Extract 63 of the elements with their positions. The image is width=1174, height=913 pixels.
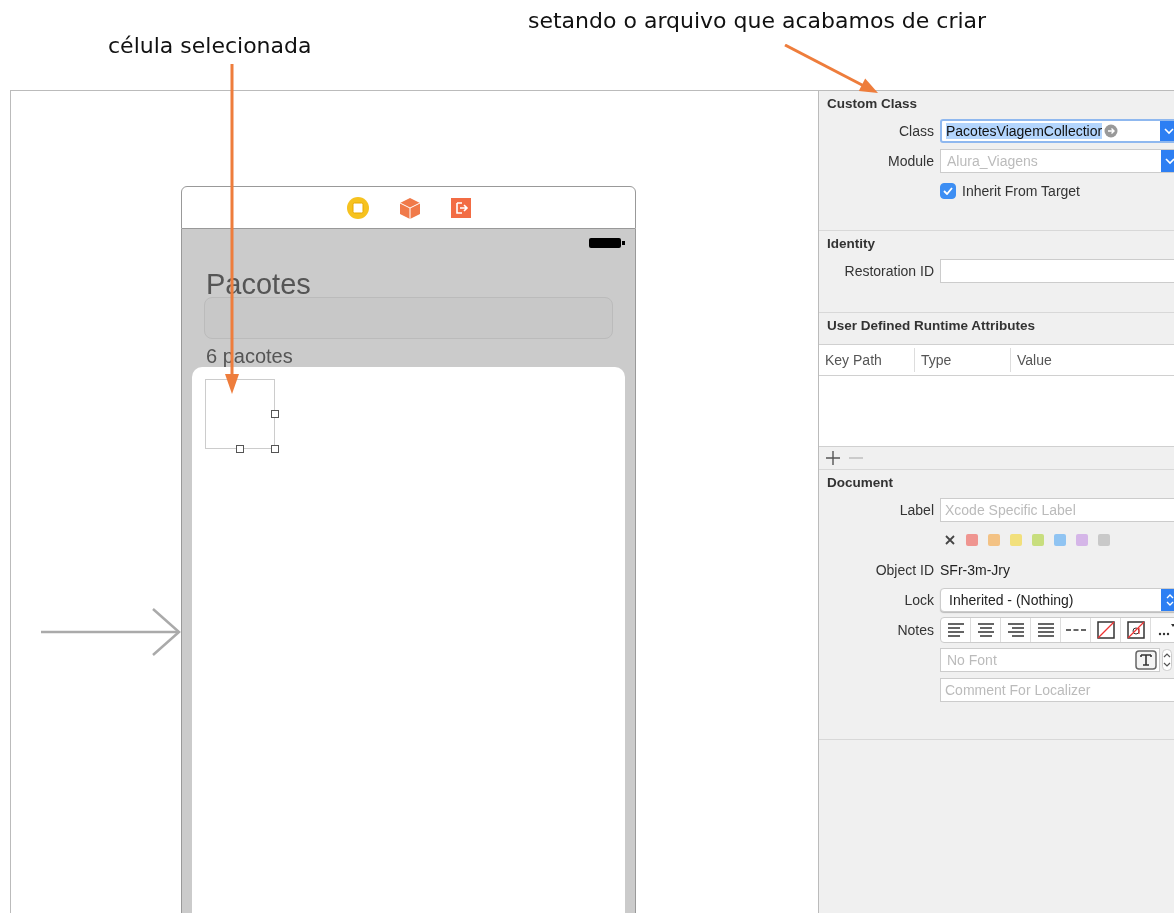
align-center-icon <box>975 621 996 639</box>
column-header[interactable]: Key Path <box>819 348 915 372</box>
field-label: Restoration ID <box>843 263 934 279</box>
field-label: Lock <box>903 592 934 608</box>
dropdown-button[interactable] <box>1160 121 1174 141</box>
color-swatch[interactable] <box>1010 534 1022 546</box>
section-heading: Custom Class <box>826 96 919 113</box>
updown-chevron-icon <box>1166 594 1174 606</box>
object-id-value: SFr-3m-Jry <box>940 562 1010 578</box>
column-header[interactable]: Type <box>915 348 1011 372</box>
arrow-circle-icon <box>1104 124 1119 138</box>
battery-icon <box>589 237 625 249</box>
field-label: Notes <box>896 622 934 638</box>
color-swatch[interactable] <box>1098 534 1110 546</box>
color-swatch[interactable] <box>1032 534 1044 546</box>
checkbox-label: Inherit From Target <box>962 183 1080 199</box>
clear-icon <box>944 534 956 546</box>
chevron-down-icon <box>1165 157 1174 165</box>
color-swatch[interactable] <box>966 534 978 546</box>
checkmark-icon <box>943 187 953 195</box>
module-combo-field[interactable]: Alura_Viagens <box>940 149 1174 173</box>
exit-icon <box>449 196 472 219</box>
align-left-icon <box>945 621 966 639</box>
checkbox[interactable] <box>940 183 956 199</box>
chevron-down-icon <box>1164 127 1174 135</box>
cube-icon <box>397 195 422 220</box>
column-header[interactable]: Value <box>1011 348 1174 372</box>
field-label: Module <box>887 153 934 169</box>
annotation-text: célula selecionada <box>108 33 312 58</box>
font-field[interactable]: No Font <box>940 648 1160 672</box>
section-heading: Identity <box>826 236 876 253</box>
class-name-text: PacotesViagemCollectior <box>946 123 1103 139</box>
section-heading: Document <box>826 475 894 492</box>
module-input[interactable]: Alura_Viagens <box>945 152 1161 170</box>
color-swatch[interactable] <box>1054 534 1066 546</box>
field-label: Label <box>898 502 934 518</box>
label-field[interactable]: Xcode Specific Label <box>940 498 1174 522</box>
field-label: Object ID <box>874 562 934 578</box>
lock-popup-button[interactable]: Inherited - (Nothing) <box>940 588 1174 612</box>
plus-icon <box>825 450 841 466</box>
text-no-color-icon <box>1125 621 1146 639</box>
annotation-text: setando o arquivo que acabamos de criar <box>528 8 987 33</box>
resize-handle[interactable] <box>271 410 279 418</box>
entry-arrow-icon <box>41 607 183 657</box>
color-swatch[interactable] <box>1076 534 1088 546</box>
dashes-icon <box>1065 629 1086 631</box>
view-controller-icon <box>345 195 370 220</box>
field-label: Class <box>898 123 934 139</box>
align-right-icon <box>1005 621 1026 639</box>
section-heading: User Defined Runtime Attributes <box>826 318 1037 335</box>
resize-handle[interactable] <box>271 445 279 453</box>
no-color-icon <box>1095 621 1116 639</box>
stepper-icon <box>1162 649 1172 671</box>
restoration-id-field[interactable] <box>940 259 1174 283</box>
minus-icon <box>849 457 863 459</box>
font-icon <box>1135 650 1157 670</box>
class-combo-field[interactable]: PacotesViagemCollectior <box>940 119 1174 143</box>
font-input[interactable]: No Font <box>945 651 1135 669</box>
resize-handle[interactable] <box>236 445 244 453</box>
color-swatch[interactable] <box>988 534 1000 546</box>
dropdown-button[interactable] <box>1161 150 1174 172</box>
justify-icon <box>1035 621 1056 639</box>
comment-field[interactable]: Comment For Localizer <box>940 678 1174 702</box>
